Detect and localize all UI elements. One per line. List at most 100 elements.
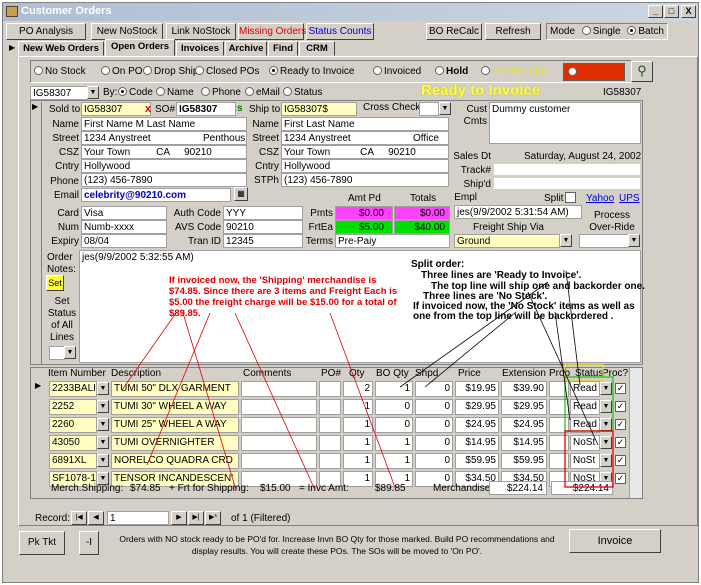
table-row[interactable]: 6891XL ▼ NORELCO QUADRA CRD 1 1 0 $59.95 $59.95… bbox=[3, 452, 626, 470]
cell-shpd[interactable]: 0 bbox=[415, 381, 453, 397]
cell-po[interactable] bbox=[319, 453, 341, 469]
hold-radio[interactable] bbox=[435, 66, 444, 75]
cell-item[interactable]: 2233BALIS bbox=[49, 381, 97, 397]
process-override-dropdown[interactable]: ▼ bbox=[628, 234, 640, 247]
link-nostock-button[interactable]: Link NoStock bbox=[166, 23, 236, 40]
cell-cmt[interactable] bbox=[241, 381, 317, 397]
ups-link[interactable]: UPS bbox=[619, 193, 640, 204]
process-checkbox[interactable]: ✓ bbox=[615, 437, 626, 448]
last-record-button[interactable]: ▶| bbox=[188, 511, 204, 525]
cell-qty[interactable]: 1 bbox=[343, 435, 373, 451]
col-bo-qty[interactable]: BO Qty bbox=[376, 368, 409, 379]
ship-to-name-field[interactable]: First Last Name bbox=[281, 117, 449, 131]
sold-to-csz-field[interactable]: Your Town CA 90210 bbox=[81, 145, 247, 159]
cell-item[interactable]: 43050 bbox=[49, 435, 97, 451]
cell-price[interactable]: $24.95 bbox=[455, 417, 499, 433]
cell-shpd[interactable]: 0 bbox=[415, 453, 453, 469]
tab-new-web-orders[interactable]: New Web Orders bbox=[18, 41, 104, 56]
invoice-button[interactable]: Invoice bbox=[569, 529, 661, 553]
tab-open-orders[interactable]: Open Orders bbox=[105, 39, 175, 56]
col-status[interactable]: Status bbox=[575, 368, 603, 379]
pmts-amount-field[interactable]: $0.00 bbox=[335, 206, 393, 220]
i-button[interactable]: -I bbox=[79, 531, 99, 555]
cell-bo[interactable]: 0 bbox=[375, 417, 413, 433]
auth-code-field[interactable]: YYY bbox=[223, 206, 303, 220]
cell-price[interactable]: $19.95 bbox=[455, 381, 499, 397]
ship-to-country-field[interactable]: Hollywood bbox=[281, 159, 449, 173]
by-phone-radio[interactable] bbox=[201, 87, 210, 96]
status-dropdown[interactable]: ▼ bbox=[600, 436, 612, 449]
by-status-radio[interactable] bbox=[283, 87, 292, 96]
on-po-radio[interactable] bbox=[101, 66, 110, 75]
cell-ext[interactable]: $59.95 bbox=[501, 453, 547, 469]
ready-to-invoice-radio[interactable] bbox=[269, 66, 278, 75]
tab-crm[interactable]: CRM bbox=[299, 41, 335, 56]
cell-shpd[interactable]: 0 bbox=[415, 435, 453, 451]
pick-ticket-button[interactable]: Pk Tkt bbox=[19, 531, 65, 555]
cell-status[interactable]: NoSt bbox=[570, 453, 600, 469]
missing-orders-button[interactable]: Missing Orders bbox=[238, 23, 306, 40]
clear-x-icon[interactable]: x bbox=[145, 103, 151, 115]
freight-ship-via-combo[interactable]: Ground bbox=[454, 234, 560, 248]
by-email-option[interactable]: eMail bbox=[245, 87, 280, 98]
terms-field[interactable]: Pre-Paiy bbox=[335, 234, 450, 248]
cell-qty[interactable]: 1 bbox=[343, 453, 373, 469]
split-checkbox[interactable] bbox=[565, 192, 576, 203]
by-status-option[interactable]: Status bbox=[283, 87, 322, 98]
process-checkbox[interactable]: ✓ bbox=[615, 455, 626, 466]
trash-radio[interactable] bbox=[481, 66, 490, 75]
by-name-radio[interactable] bbox=[156, 87, 165, 96]
cell-bo[interactable]: 1 bbox=[375, 453, 413, 469]
cell-cmt[interactable] bbox=[241, 417, 317, 433]
item-dropdown[interactable]: ▼ bbox=[97, 382, 109, 395]
cell-prob[interactable] bbox=[549, 399, 569, 415]
new-nostock-button[interactable]: New NoStock bbox=[91, 23, 163, 40]
cell-desc[interactable]: TUMI 25" WHEEL A WAY bbox=[111, 417, 239, 433]
record-number-field[interactable]: 1 bbox=[107, 511, 169, 525]
sold-to-code-field[interactable]: IG58307 bbox=[81, 102, 151, 116]
cell-qty[interactable]: 1 bbox=[343, 417, 373, 433]
filter-hold[interactable]: Hold bbox=[435, 66, 468, 77]
cell-qty[interactable]: 1 bbox=[343, 399, 373, 415]
by-code-radio[interactable] bbox=[118, 87, 127, 96]
new-record-button[interactable]: ▶* bbox=[205, 511, 221, 525]
first-record-button[interactable]: |◀ bbox=[71, 511, 87, 525]
tab-invoices[interactable]: Invoices bbox=[176, 41, 224, 56]
avs-code-field[interactable]: 90210 bbox=[223, 220, 303, 234]
cell-price[interactable]: $29.95 bbox=[455, 399, 499, 415]
filter-invoiced[interactable]: Invoiced bbox=[373, 66, 421, 77]
cell-shpd[interactable]: 0 bbox=[415, 417, 453, 433]
filter-no-stock[interactable]: No Stock bbox=[34, 66, 86, 77]
by-phone-option[interactable]: Phone bbox=[201, 87, 241, 98]
card-field[interactable]: Visa bbox=[81, 206, 167, 220]
cross-check-combo[interactable] bbox=[419, 102, 439, 116]
cell-cmt[interactable] bbox=[241, 399, 317, 415]
item-dropdown[interactable]: ▼ bbox=[97, 454, 109, 467]
process-override-combo[interactable] bbox=[579, 234, 629, 248]
cell-item[interactable]: 2252 bbox=[49, 399, 97, 415]
process-checkbox[interactable]: ✓ bbox=[615, 419, 626, 430]
cell-bo[interactable]: 0 bbox=[375, 399, 413, 415]
cell-desc[interactable]: TUMI 30" WHEEL A WAY bbox=[111, 399, 239, 415]
invoiced-radio[interactable] bbox=[373, 66, 382, 75]
status-counts-button[interactable]: Status Counts bbox=[306, 23, 374, 40]
order-id-dropdown[interactable]: ▼ bbox=[87, 86, 99, 99]
table-row[interactable]: 43050 ▼ TUMI OVERNIGHTER 1 1 0 $14.95 $14.95 NoS… bbox=[3, 434, 626, 452]
filter-ready-to-invoice[interactable]: Ready to Invoice bbox=[269, 66, 355, 77]
grid-scrollbar[interactable] bbox=[629, 368, 642, 498]
cell-prob[interactable] bbox=[549, 381, 569, 397]
cell-po[interactable] bbox=[319, 381, 341, 397]
card-number-field[interactable]: Numb-xxxx bbox=[81, 220, 167, 234]
cell-cmt[interactable] bbox=[241, 435, 317, 451]
ship-to-code-field[interactable]: IG58307$ bbox=[281, 102, 357, 116]
cell-bo[interactable]: 1 bbox=[375, 381, 413, 397]
filter-trash[interactable]: Trash/Bogus bbox=[481, 66, 548, 77]
filter-on-po[interactable]: On PO bbox=[101, 66, 143, 77]
table-row[interactable]: 2252 ▼ TUMI 30" WHEEL A WAY 1 0 0 $29.95 $29.95… bbox=[3, 398, 626, 416]
freight-each-field[interactable]: $5.00 bbox=[335, 220, 393, 234]
set-notes-button[interactable]: Set bbox=[46, 275, 64, 291]
cell-status[interactable]: Read bbox=[570, 399, 600, 415]
cell-po[interactable] bbox=[319, 435, 341, 451]
cell-status[interactable]: Read bbox=[570, 381, 600, 397]
order-id-combo[interactable]: IG58307 bbox=[30, 86, 88, 100]
